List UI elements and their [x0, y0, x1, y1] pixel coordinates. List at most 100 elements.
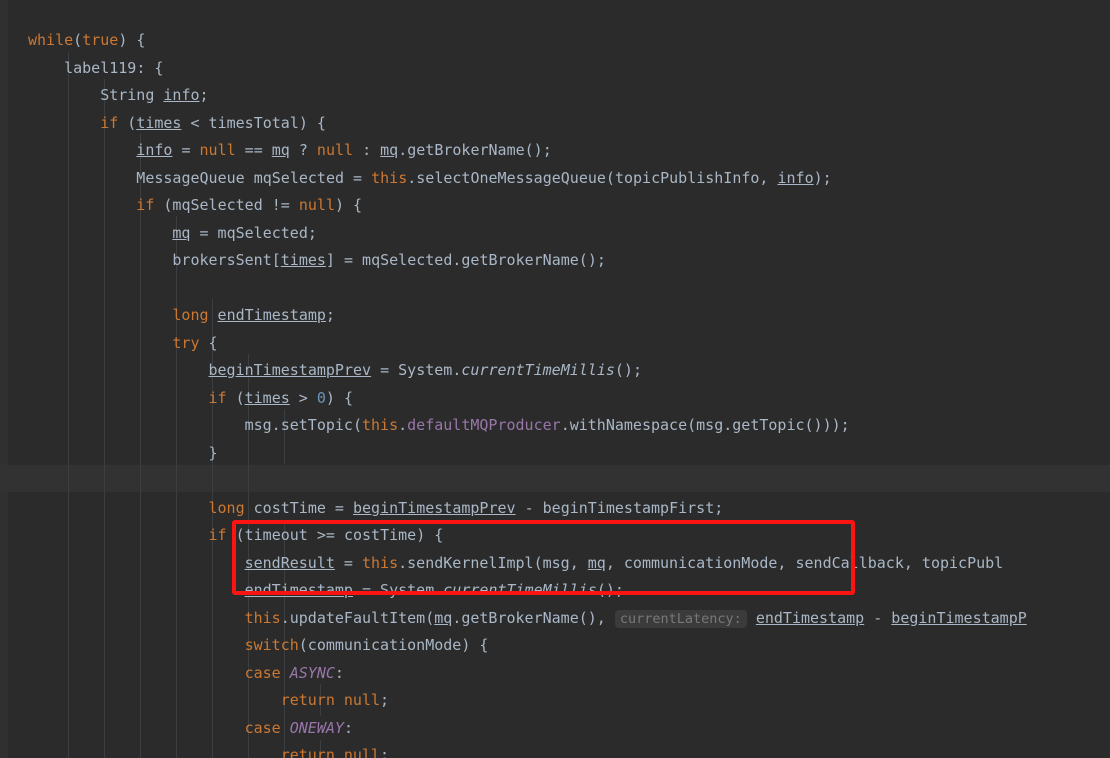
code-line[interactable]: endTimestamp = System.currentTimeMillis(…	[0, 577, 624, 605]
code-token: msg.setTopic(	[244, 416, 362, 434]
code-token: }	[208, 443, 218, 462]
code-token: if	[208, 526, 227, 544]
code-token: currentLatency:	[614, 609, 747, 628]
code-editor[interactable]: while(true) {label119: {String info; if (…	[0, 0, 1110, 758]
code-line[interactable]: mq = mqSelected;	[0, 220, 317, 248]
code-token: =	[172, 141, 200, 159]
code-token: ;	[380, 691, 390, 709]
code-line[interactable]: String info;	[0, 82, 208, 110]
code-line[interactable]: brokersSent[times] = mqSelected.getBroke…	[0, 247, 606, 275]
code-token: String	[100, 86, 164, 104]
code-line[interactable]: long costTime = beginTimestampPrev - beg…	[0, 495, 724, 523]
code-content[interactable]: while(true) {label119: {String info; if (…	[0, 0, 1110, 758]
code-token: );	[813, 168, 832, 187]
code-token: endTimestamp	[755, 608, 865, 627]
code-token: this	[362, 416, 399, 434]
code-token: ] = mqSelected.getBrokerName();	[325, 251, 606, 269]
code-token: (timeout >= costTime) {	[226, 526, 444, 544]
code-line[interactable]: label119: {	[0, 55, 163, 83]
code-token: sendResult	[244, 553, 335, 572]
code-token: ) {	[325, 388, 353, 407]
code-token: if	[208, 388, 227, 407]
code-token: >	[289, 388, 317, 407]
code-token: times	[280, 251, 326, 269]
code-token: =	[334, 553, 362, 572]
code-token: -	[864, 608, 892, 627]
code-token: times	[244, 388, 290, 407]
code-line[interactable]	[0, 467, 28, 495]
code-token: null	[298, 196, 335, 214]
code-line[interactable]: case ASYNC:	[0, 660, 344, 688]
code-token: info	[777, 168, 814, 187]
code-token: , communicationMode, sendCallback, topic…	[605, 553, 1004, 572]
code-token: {	[199, 333, 218, 352]
code-token: .updateFaultItem(	[280, 608, 435, 627]
code-token: times	[136, 113, 182, 132]
code-token: mq	[380, 141, 399, 159]
code-line[interactable]: if (times > 0) {	[0, 385, 354, 413]
code-token: this	[244, 608, 281, 627]
code-token: ONEWAY	[289, 718, 344, 737]
code-token: if	[136, 196, 155, 214]
code-token: switch	[244, 636, 299, 654]
code-token: return	[280, 746, 335, 758]
code-line[interactable]: info = null == mq ? null : mq.getBrokerN…	[0, 137, 551, 165]
code-token: ASYNC	[289, 663, 335, 682]
code-token: info	[136, 141, 173, 159]
code-token: beginTimestampPrev	[208, 361, 372, 379]
code-line[interactable]: while(true) {	[0, 27, 145, 55]
code-token: endTimestamp	[244, 581, 353, 599]
code-line[interactable]: msg.setTopic(this.defaultMQProducer.with…	[0, 412, 850, 440]
code-token: MessageQueue mqSelected =	[136, 168, 372, 187]
code-token: .withNamespace(msg.getTopic()));	[560, 416, 850, 434]
code-token: ) {	[118, 31, 146, 49]
code-token: (	[73, 31, 83, 49]
code-line[interactable]: return null;	[0, 687, 389, 715]
code-token: null	[343, 746, 381, 758]
code-line[interactable]: long endTimestamp;	[0, 302, 335, 330]
code-token: - beginTimestampFirst;	[515, 498, 724, 517]
code-token: :	[343, 718, 353, 737]
code-line[interactable]: if (times < timesTotal) {	[0, 110, 326, 138]
code-token: defaultMQProducer	[407, 416, 561, 434]
code-token: costTime =	[244, 498, 353, 517]
code-token: .selectOneMessageQueue(topicPublishInfo,	[407, 168, 778, 187]
code-line[interactable]: switch(communicationMode) {	[0, 632, 489, 660]
code-token: (	[226, 388, 245, 407]
code-line[interactable]: if (timeout >= costTime) {	[0, 522, 444, 550]
code-token: currentTimeMillis	[443, 581, 597, 599]
code-token: brokersSent[	[172, 251, 281, 269]
code-token: return	[280, 691, 335, 709]
code-token: label119: {	[64, 58, 164, 77]
code-token: = System.	[371, 361, 462, 379]
code-line[interactable]: case ONEWAY:	[0, 715, 353, 743]
code-line[interactable]: if (mqSelected != null) {	[0, 192, 362, 220]
code-line[interactable]: return null;	[0, 742, 389, 758]
code-line[interactable]: }	[0, 440, 218, 468]
code-token: .getBrokerName(),	[452, 608, 615, 627]
code-token: ?	[289, 141, 317, 159]
code-token: = System.	[352, 581, 444, 599]
code-token: ;	[325, 306, 335, 324]
code-token: mq	[172, 223, 191, 242]
code-line[interactable]: MessageQueue mqSelected = this.selectOne…	[0, 165, 832, 193]
code-token: 0	[316, 388, 326, 407]
code-line[interactable]: sendResult = this.sendKernelImpl(msg, mq…	[0, 550, 1004, 578]
code-line[interactable]	[0, 275, 28, 303]
code-token: (	[118, 113, 137, 132]
code-token: ;	[380, 746, 390, 758]
code-token: while	[28, 31, 74, 49]
code-token: if	[100, 113, 119, 132]
code-line[interactable]: beginTimestampPrev = System.currentTimeM…	[0, 357, 643, 385]
code-token: null	[199, 141, 236, 159]
code-token: ) {	[334, 196, 363, 214]
code-token: :	[334, 663, 344, 682]
code-line[interactable]: try {	[0, 330, 218, 358]
code-token: endTimestamp	[217, 306, 326, 324]
code-line[interactable]: this.updateFaultItem(mq.getBrokerName(),…	[0, 605, 1027, 633]
